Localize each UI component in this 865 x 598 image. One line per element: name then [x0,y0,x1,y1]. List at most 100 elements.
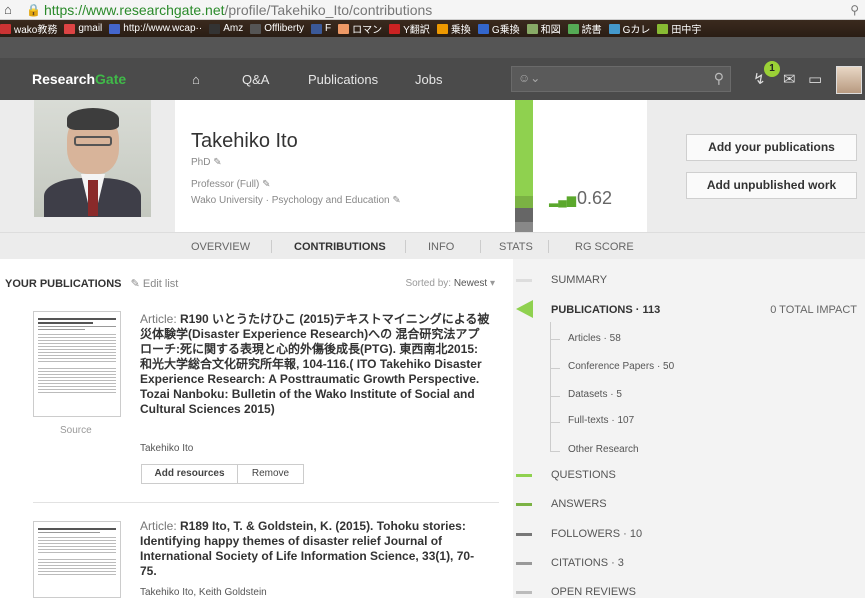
add-publications-button[interactable]: Add your publications [686,134,857,161]
bookmark-item[interactable]: F [311,23,331,34]
bookmark-label: ロマン [352,25,383,36]
stats-sidebar: SUMMARY PUBLICATIONS · 113 0 TOTAL IMPAC… [513,259,865,598]
bookmark-icon [209,23,221,34]
publication-title[interactable]: Article: R190 いとうたけひこ (2015)テキストマイニングによる… [140,312,490,417]
tab-overview[interactable]: OVERVIEW [191,241,250,253]
bookmark-icon [0,23,11,34]
logo-text: Research [32,71,96,87]
bookmark-label: http://www.wcap·· [123,23,203,34]
profile-photo [34,100,151,217]
rg-score-value: 0.62 [576,188,613,208]
publication-thumbnail[interactable] [33,521,121,598]
publication-authors[interactable]: Takehiko Ito, Keith Goldstein [140,587,267,598]
search-input[interactable]: ☺⌄ ⚲ [511,66,731,92]
pencil-icon: ✎ [262,179,271,190]
tab-rg-score[interactable]: RG SCORE [575,241,634,253]
bookmark-label: 乗換 [450,25,471,36]
remove-button[interactable]: Remove [237,464,304,484]
tab-info[interactable]: INFO [428,241,454,253]
logo-accent: Gate [95,71,127,87]
bookmark-item[interactable]: 田中宇 [657,21,701,36]
bookmark-label: 読書 [581,25,602,36]
url-path: /profile/Takehiko_Ito/contributions [224,1,433,18]
bookmark-item[interactable]: wako教務 [0,21,57,36]
top-navigation: ResearchGate ⌂ Q&A Publications Jobs ☺⌄ … [0,37,865,100]
stat-datasets[interactable]: Datasets · 5 [568,389,622,400]
bookmark-label: Gカレ [622,25,651,36]
bookmark-icon [64,23,76,34]
bookmark-label: wako教務 [14,25,58,36]
bookmark-icon [526,23,538,34]
sort-dropdown[interactable]: Sorted by: Newest ▾ [405,278,495,289]
publication-title[interactable]: Article: R189 Ito, T. & Goldstein, K. (2… [140,519,490,579]
bookmark-icon [250,23,262,34]
bookmark-item[interactable]: Y翻訳 [389,21,430,36]
bookmark-item[interactable]: http://www.wcap·· [109,23,202,34]
bookmark-icon [477,23,489,34]
bookmark-label: 田中宇 [671,25,702,36]
bookmark-icon [311,23,323,34]
bookmark-item[interactable]: 乗換 [436,21,471,36]
profile-card: Takehiko Ito PhD ✎ Professor (Full) ✎ Wa… [175,100,515,232]
bookmark-icon [567,23,579,34]
home-nav-icon[interactable]: ⌂ [192,72,200,87]
messages-icon[interactable]: ✉ [783,70,796,88]
activity-icon[interactable]: ↯ [753,70,766,88]
bookmark-item[interactable]: ロマン [338,21,382,36]
publication-thumbnail[interactable] [33,311,121,417]
bookmark-label: F [325,23,332,34]
bookmark-label: gmail [78,23,103,34]
bookmark-item[interactable]: Offliberty [250,23,304,34]
url-scheme: https://www. [43,1,120,18]
profile-degree: PhD ✎ [191,157,222,168]
bookmark-item[interactable]: G乗換 [477,21,520,36]
zoom-icon[interactable]: ⚲ [850,3,859,17]
add-resources-button[interactable]: Add resources [141,464,238,484]
publication-authors[interactable]: Takehiko Ito [140,443,193,454]
profile-tabs: OVERVIEW CONTRIBUTIONS INFO STATS RG SCO… [0,232,865,259]
stat-full-texts[interactable]: Full-texts · 107 [568,415,634,426]
bookmark-label: G乗換 [491,25,520,36]
bookmark-item[interactable]: 和図 [526,21,561,36]
profile-affiliation: Wako University · Psychology and Educati… [191,195,401,206]
user-filter-icon[interactable]: ☺⌄ [518,71,540,85]
profile-position: Professor (Full) ✎ [191,179,271,190]
publications-panel: YOUR PUBLICATIONS ✎ Edit list Sorted by:… [0,259,513,598]
bookmark-icon [338,23,350,34]
tab-contributions[interactable]: CONTRIBUTIONS [294,241,386,253]
bookmark-label: Offliberty [264,23,305,34]
nav-publications[interactable]: Publications [308,72,378,87]
bookmark-label: Amz [223,23,244,34]
monitor-icon[interactable]: ▭ [808,70,822,88]
stat-other-research[interactable]: Other Research [568,444,639,455]
rg-score-box[interactable]: ▂▄▆0.62 [533,100,647,232]
bookmark-item[interactable]: gmail [64,23,102,34]
bookmark-item[interactable]: Amz [209,23,243,34]
publications-heading: YOUR PUBLICATIONS ✎ Edit list [5,278,179,290]
edit-list-link[interactable]: ✎ Edit list [131,278,179,290]
researchgate-logo[interactable]: ResearchGate [32,71,126,87]
nav-qa[interactable]: Q&A [242,72,269,87]
rg-score-bar [515,100,533,232]
avatar[interactable] [836,66,862,94]
selected-marker-icon [516,300,533,318]
bookmark-icon [608,23,620,34]
profile-name: Takehiko Ito [191,130,298,152]
search-icon[interactable]: ⚲ [714,70,724,87]
bookmark-label: 和図 [540,25,561,36]
bookmark-icon [109,23,121,34]
bookmark-item[interactable]: 読書 [567,21,602,36]
notification-badge: 1 [764,61,780,77]
bookmark-icon [657,23,669,34]
address-bar[interactable]: ⌂ 🔒 https://www. researchgate.net /profi… [0,0,865,20]
url-domain: researchgate.net [119,1,225,18]
home-icon[interactable]: ⌂ [4,2,22,17]
stat-articles[interactable]: Articles · 58 [568,333,621,344]
bookmark-item[interactable]: Gカレ [608,21,651,36]
nav-jobs[interactable]: Jobs [415,72,442,87]
tab-stats[interactable]: STATS [499,241,533,253]
bookmark-label: Y翻訳 [403,25,430,36]
total-impact: 0 TOTAL IMPACT [770,304,857,316]
add-unpublished-button[interactable]: Add unpublished work [686,172,857,199]
stat-conference-papers[interactable]: Conference Papers · 50 [568,361,674,372]
